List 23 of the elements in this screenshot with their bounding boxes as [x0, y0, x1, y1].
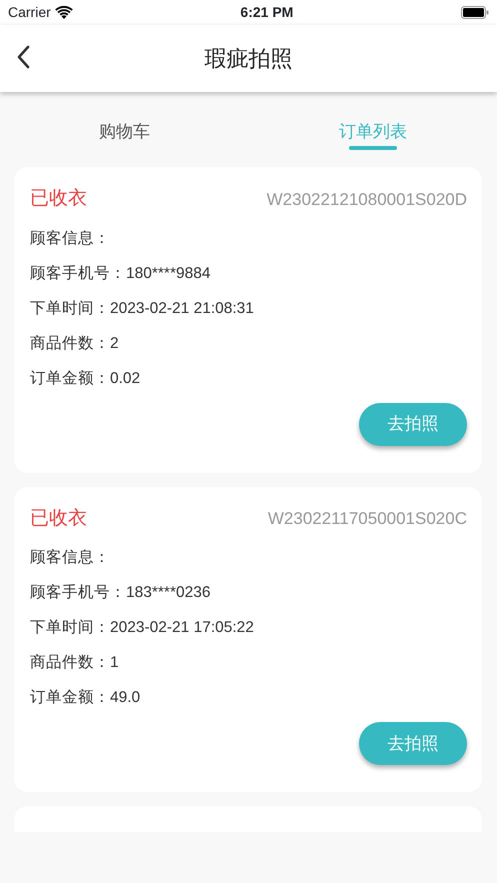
info-line: 下单时间：2023-02-21 17:05:22 [30, 619, 254, 636]
carrier-label: Carrier [8, 3, 51, 22]
info-line: 顾客信息： [30, 549, 110, 566]
order-number: W23022117050001S020C [268, 508, 467, 530]
wifi-icon [54, 6, 73, 19]
tab[interactable]: 购物车 [0, 92, 248, 155]
info-line: 顾客信息： [30, 230, 110, 246]
info-line: 顾客手机号：183****0236 [30, 584, 210, 601]
page-title: 瑕疵拍照 [204, 45, 292, 73]
info-line: 商品件数：1 [30, 654, 119, 671]
battery-icon [460, 6, 489, 19]
order-number: W23022121080001S020D [266, 188, 467, 210]
tab[interactable]: 订单列表 [248, 92, 497, 155]
info-line: 顾客手机号：180****9884 [30, 264, 210, 282]
info-line: 下单时间：2023-02-21 21:08:31 [30, 300, 254, 316]
clock-time: 6:21 PM [240, 3, 294, 22]
info-line: 订单金额：0.02 [30, 370, 140, 386]
info-line: 订单金额：49.0 [30, 689, 140, 706]
photo-button[interactable]: 去拍照 [359, 402, 467, 446]
order-status: 已收衣 [30, 506, 87, 530]
photo-button[interactable]: 去拍照 [359, 722, 467, 765]
info-line: 商品件数：2 [30, 334, 119, 352]
order-status: 已收衣 [30, 187, 87, 211]
